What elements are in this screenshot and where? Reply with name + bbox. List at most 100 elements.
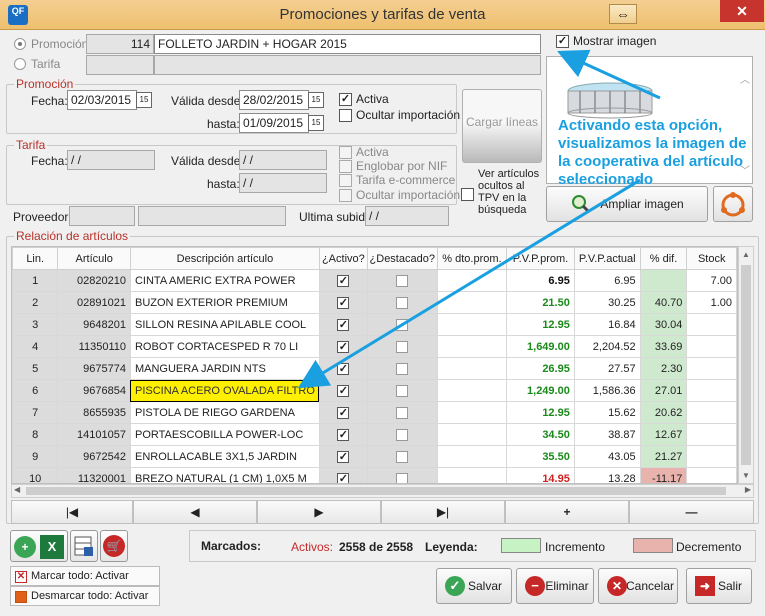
- cell-pvp-actual[interactable]: 6.95: [573, 269, 641, 292]
- scroll-right-icon[interactable]: ▶: [745, 485, 751, 494]
- cell-articulo[interactable]: 9672542: [57, 445, 131, 468]
- cell-dto-prom[interactable]: [436, 401, 508, 424]
- cell-lin[interactable]: 1: [12, 269, 59, 292]
- cell-descripcion[interactable]: ENROLLACABLE 3X1,5 JARDIN: [129, 445, 320, 468]
- promocion-number-field[interactable]: 114: [86, 34, 154, 54]
- cell-destacado[interactable]: [366, 269, 438, 292]
- cell-articulo[interactable]: 8655935: [57, 401, 131, 424]
- cell-stock[interactable]: [686, 335, 737, 358]
- scrollbar-thumb[interactable]: [741, 265, 751, 465]
- col-header-pvp-prom[interactable]: P.V.P.prom.: [506, 247, 575, 270]
- cell-stock[interactable]: [686, 379, 737, 402]
- cell-dif[interactable]: 30.04: [639, 313, 688, 336]
- nav-remove-button[interactable]: —: [629, 500, 754, 524]
- table-row[interactable]: 6 9676854 PISCINA ACERO OVALADA FILTRO ✓ 1,2…: [12, 379, 737, 402]
- activo-checkbox[interactable]: ✓: [337, 384, 350, 397]
- destacado-checkbox[interactable]: [396, 296, 409, 309]
- promocion-radio[interactable]: [14, 38, 26, 50]
- hasta-field[interactable]: 01/09/2015: [239, 113, 309, 133]
- cell-activo[interactable]: ✓: [318, 291, 368, 314]
- promocion-fecha-field[interactable]: 02/03/2015: [67, 90, 137, 110]
- cell-lin[interactable]: 2: [12, 291, 59, 314]
- cell-articulo[interactable]: 11350110: [57, 335, 131, 358]
- tarifa-name-field[interactable]: [154, 55, 541, 75]
- cell-lin[interactable]: 8: [12, 423, 59, 446]
- cell-destacado[interactable]: [366, 445, 438, 468]
- cell-destacado[interactable]: [366, 357, 438, 380]
- cell-descripcion[interactable]: PISCINA ACERO OVALADA FILTRO: [129, 379, 320, 402]
- restore-button[interactable]: ⇔: [609, 4, 637, 24]
- destacado-checkbox[interactable]: [396, 428, 409, 441]
- cargar-lineas-button[interactable]: Cargar líneas: [462, 89, 542, 163]
- cell-destacado[interactable]: [366, 291, 438, 314]
- cell-lin[interactable]: 3: [12, 313, 59, 336]
- col-header-articulo[interactable]: Artículo: [57, 247, 131, 270]
- col-header-dto-prom[interactable]: % dto.prom.: [436, 247, 508, 270]
- cell-lin[interactable]: 4: [12, 335, 59, 358]
- cell-stock[interactable]: [686, 357, 737, 380]
- cell-lin[interactable]: 7: [12, 401, 59, 424]
- cell-pvp-prom[interactable]: 12.95: [506, 401, 575, 424]
- cell-destacado[interactable]: [366, 467, 438, 483]
- cell-activo[interactable]: ✓: [318, 269, 368, 292]
- cell-pvp-actual[interactable]: 15.62: [573, 401, 641, 424]
- englobar-nif-checkbox[interactable]: [339, 160, 352, 173]
- nav-add-button[interactable]: +: [505, 500, 629, 524]
- cell-dto-prom[interactable]: [436, 423, 508, 446]
- cell-articulo[interactable]: 9676854: [57, 379, 131, 402]
- cell-pvp-prom[interactable]: 1,249.00: [506, 379, 575, 402]
- cell-dif[interactable]: 21.27: [639, 445, 688, 468]
- nav-first-button[interactable]: |◀: [11, 500, 133, 524]
- cell-dto-prom[interactable]: [436, 379, 508, 402]
- activo-checkbox[interactable]: ✓: [337, 274, 350, 287]
- cell-pvp-prom[interactable]: 34.50: [506, 423, 575, 446]
- salir-button[interactable]: ➜ Salir: [686, 568, 752, 604]
- ultima-subida-field[interactable]: / /: [365, 206, 449, 226]
- table-row[interactable]: 7 8655935 PISTOLA DE RIEGO GARDENA ✓ 12.95 15…: [12, 401, 737, 424]
- destacado-checkbox[interactable]: [396, 340, 409, 353]
- add-circle-icon[interactable]: +: [14, 536, 36, 558]
- cell-dto-prom[interactable]: [436, 445, 508, 468]
- cell-dif[interactable]: 27.01: [639, 379, 688, 402]
- destacado-checkbox[interactable]: [396, 384, 409, 397]
- marcar-todo-button[interactable]: ✕ Marcar todo: Activar: [10, 566, 160, 586]
- activo-checkbox[interactable]: ✓: [337, 340, 350, 353]
- cell-dto-prom[interactable]: [436, 335, 508, 358]
- vertical-scrollbar[interactable]: ▲ ▼: [738, 246, 754, 484]
- tarifa-radio[interactable]: [14, 58, 26, 70]
- destacado-checkbox[interactable]: [396, 450, 409, 463]
- cell-lin[interactable]: 9: [12, 445, 59, 468]
- cell-articulo[interactable]: 9648201: [57, 313, 131, 336]
- tarifa-activa-checkbox[interactable]: [339, 146, 352, 159]
- cell-pvp-actual[interactable]: 43.05: [573, 445, 641, 468]
- destacado-checkbox[interactable]: [396, 362, 409, 375]
- cell-pvp-prom[interactable]: 12.95: [506, 313, 575, 336]
- col-header-descripcion[interactable]: Descripción artículo: [129, 247, 320, 270]
- cell-activo[interactable]: ✓: [318, 467, 368, 483]
- col-header-destacado[interactable]: ¿Destacado?: [366, 247, 438, 270]
- proveedor-code-field[interactable]: [69, 206, 135, 226]
- salvar-button[interactable]: ✓ Salvar: [436, 568, 512, 604]
- col-header-pvp-actual[interactable]: P.V.P.actual: [573, 247, 641, 270]
- scroll-down-icon[interactable]: ▼: [742, 471, 750, 480]
- cell-pvp-prom[interactable]: 6.95: [506, 269, 575, 292]
- tarifa-valida-desde-field[interactable]: / /: [239, 150, 327, 170]
- cell-activo[interactable]: ✓: [318, 445, 368, 468]
- cell-dto-prom[interactable]: [436, 357, 508, 380]
- activo-checkbox[interactable]: ✓: [337, 472, 350, 483]
- cell-descripcion[interactable]: MANGUERA JARDIN NTS: [129, 357, 320, 380]
- cell-lin[interactable]: 6: [12, 379, 59, 402]
- activo-checkbox[interactable]: ✓: [337, 362, 350, 375]
- cell-dto-prom[interactable]: [436, 291, 508, 314]
- shopping-cart-button[interactable]: 🛒: [100, 530, 128, 562]
- horizontal-scrollbar[interactable]: ◀ ▶: [11, 484, 754, 498]
- cell-articulo[interactable]: 9675774: [57, 357, 131, 380]
- grid-export-button[interactable]: [70, 530, 98, 562]
- cell-stock[interactable]: 7.00: [686, 269, 737, 292]
- chevron-up-icon[interactable]: ︿: [740, 71, 750, 86]
- activa-checkbox[interactable]: ✓: [339, 93, 352, 106]
- ver-articulos-ocultos-checkbox[interactable]: [461, 188, 474, 201]
- destacado-checkbox[interactable]: [396, 472, 409, 483]
- cell-pvp-actual[interactable]: 27.57: [573, 357, 641, 380]
- col-header-lin[interactable]: Lin.: [12, 247, 59, 270]
